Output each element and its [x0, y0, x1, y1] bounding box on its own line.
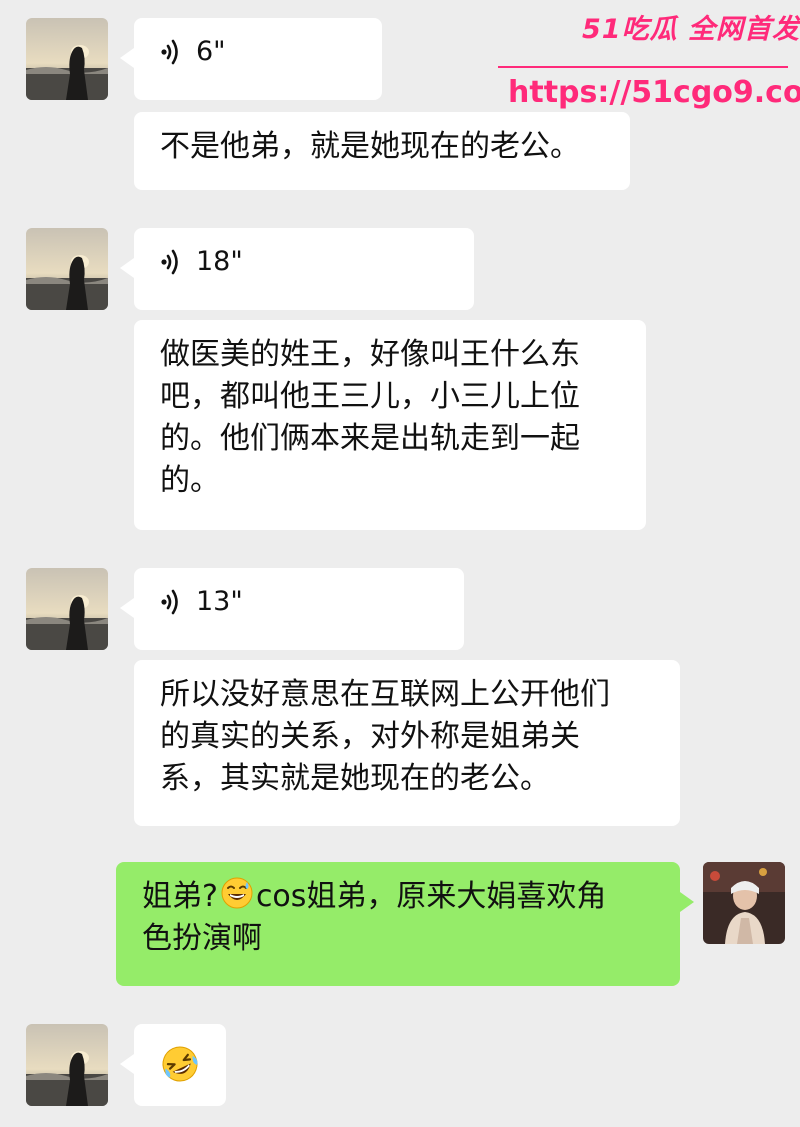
self-avatar[interactable]	[703, 862, 785, 944]
contact-avatar[interactable]	[26, 18, 108, 100]
voice-duration: 6"	[196, 36, 226, 67]
grinning-sweat-emoji	[221, 877, 253, 909]
watermark-brand: 51吃瓜 全网首发	[582, 10, 800, 50]
watermark-brand-text: 51吃瓜 全网首发	[582, 14, 800, 45]
contact-avatar[interactable]	[26, 568, 108, 650]
watermark-url: https://51cgo9.com	[508, 75, 800, 110]
text-message-bubble[interactable]: 所以没好意思在互联网上公开他们 的真实的关系，对外称是姐弟关 系，其实就是她现在…	[134, 660, 680, 826]
text-message-bubble[interactable]: 不是他弟，就是她现在的老公。	[134, 112, 630, 190]
sent-text-before-emoji: 姐弟?	[142, 879, 218, 914]
contact-avatar[interactable]	[26, 1024, 108, 1106]
emoji-message-bubble[interactable]	[120, 1024, 226, 1106]
rolling-laughing-emoji	[162, 1046, 198, 1082]
voice-duration: 18"	[196, 246, 243, 277]
text-message-bubble[interactable]: 做医美的姓王，好像叫王什么东 吧，都叫他王三儿，小三儿上位 的。他们俩本来是出轨…	[134, 320, 646, 530]
voice-duration: 13"	[196, 586, 243, 617]
voice-wave-icon	[161, 589, 178, 615]
contact-avatar-image	[26, 18, 108, 100]
voice-message-bubble[interactable]: 6"	[120, 18, 382, 100]
contact-avatar-image	[26, 568, 108, 650]
sent-message-bubble[interactable]: 姐弟? cos姐弟，原来大娟喜欢角 色扮演啊	[116, 862, 694, 986]
voice-message-bubble[interactable]: 18"	[120, 228, 474, 310]
self-avatar-image	[703, 862, 785, 944]
watermark: 51吃瓜 全网首发 https://51cgo9.com	[498, 8, 800, 118]
voice-message-bubble[interactable]: 13"	[120, 568, 464, 650]
voice-wave-icon	[161, 39, 178, 65]
message-text: 做医美的姓王，好像叫王什么东 吧，都叫他王三儿，小三儿上位 的。他们俩本来是出轨…	[160, 337, 580, 498]
contact-avatar-image	[26, 1024, 108, 1106]
contact-avatar[interactable]	[26, 228, 108, 310]
message-text: 不是他弟，就是她现在的老公。	[160, 129, 580, 164]
watermark-divider	[498, 66, 788, 68]
sent-message-text: 姐弟? cos姐弟，原来大娟喜欢角 色扮演啊	[142, 876, 654, 960]
contact-avatar-image	[26, 228, 108, 310]
message-text: 所以没好意思在互联网上公开他们 的真实的关系，对外称是姐弟关 系，其实就是她现在…	[160, 677, 610, 796]
voice-wave-icon	[161, 249, 178, 275]
